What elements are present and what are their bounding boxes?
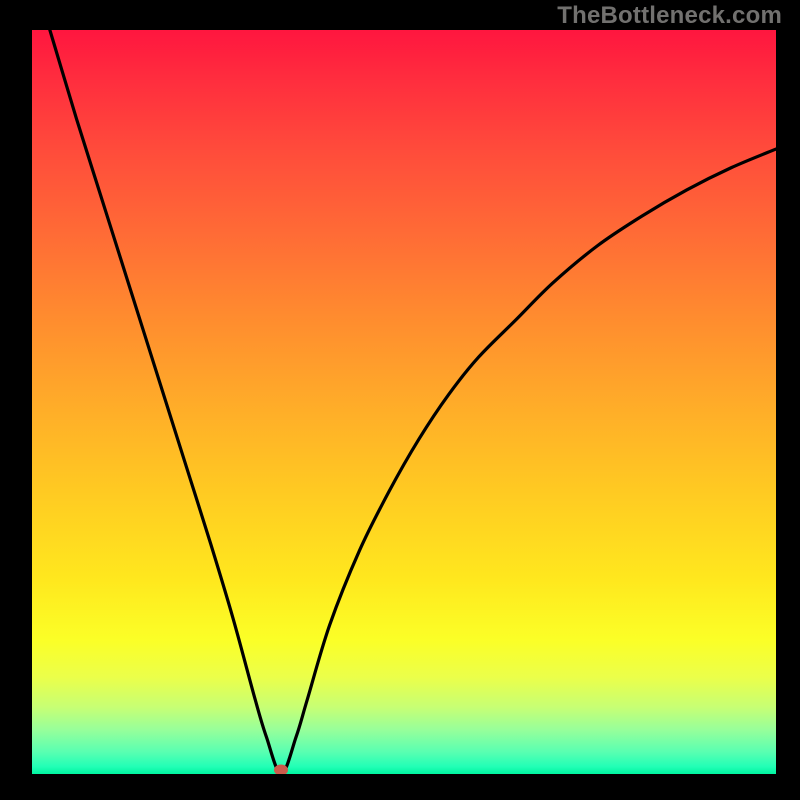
- chart-frame: TheBottleneck.com: [0, 0, 800, 800]
- plot-area: [32, 30, 776, 774]
- optimum-marker: [274, 765, 288, 774]
- bottleneck-curve-path: [32, 30, 776, 774]
- curve-svg: [32, 30, 776, 774]
- watermark-text: TheBottleneck.com: [557, 2, 782, 30]
